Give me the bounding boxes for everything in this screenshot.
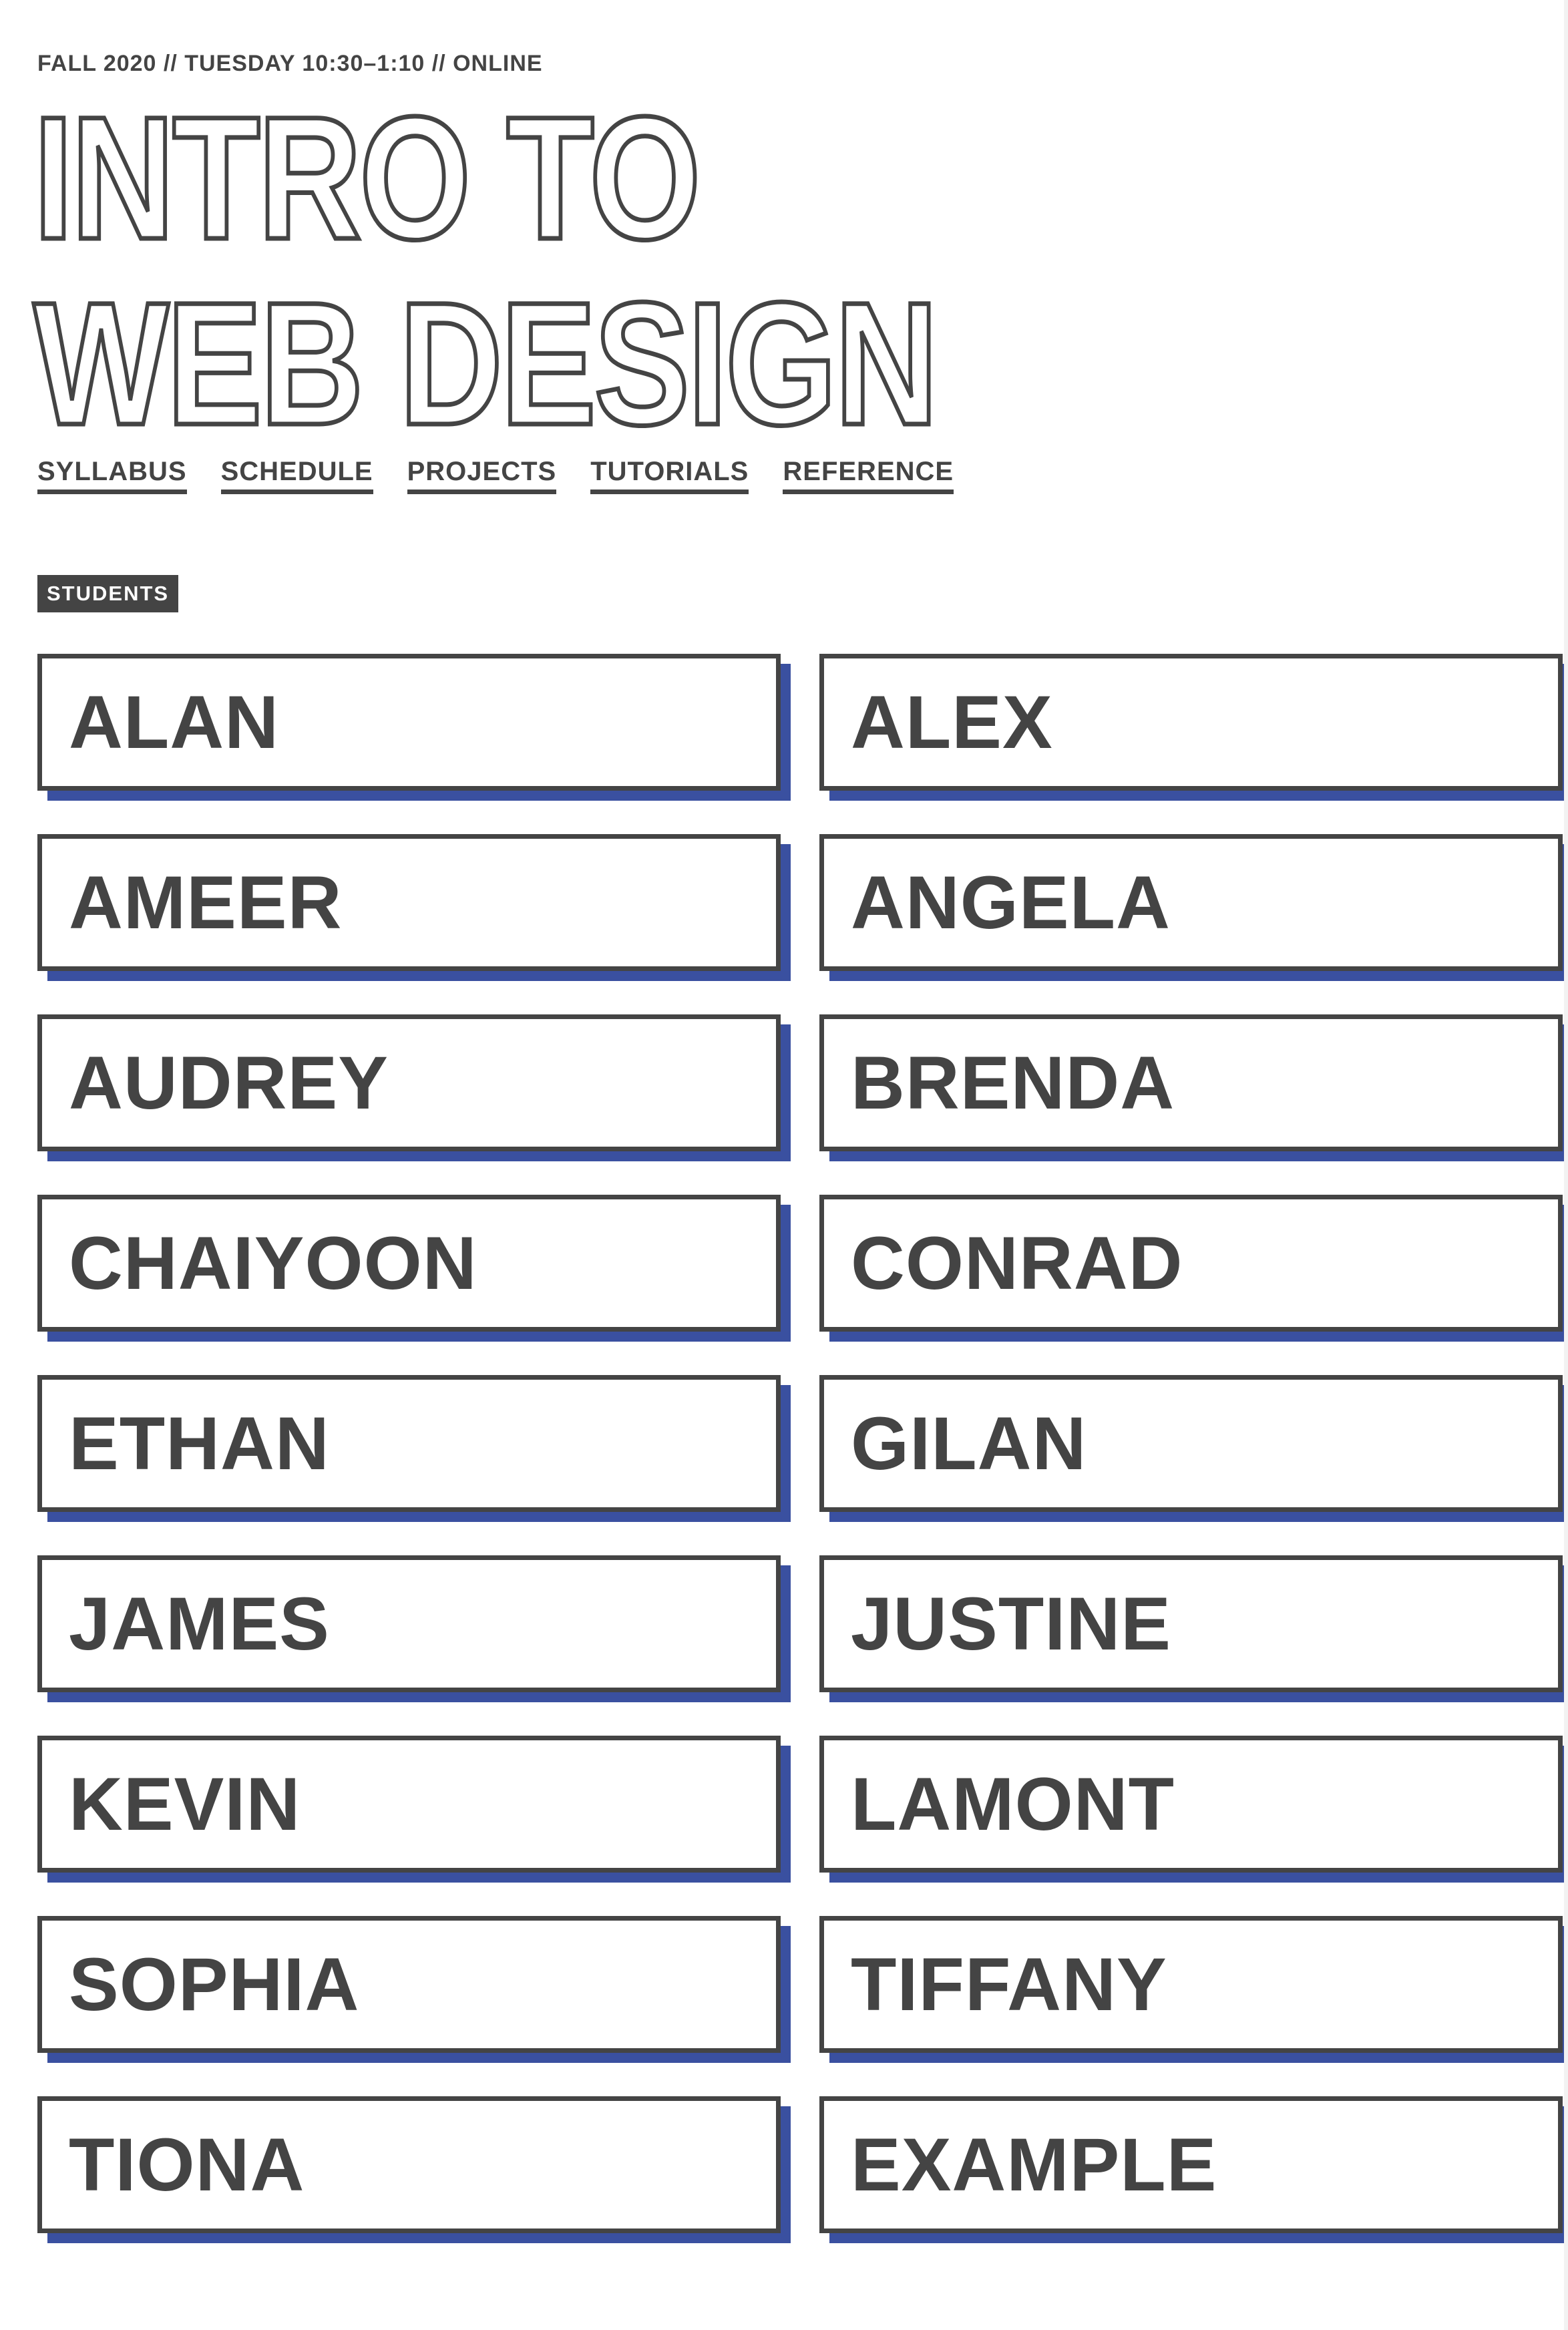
- student-card[interactable]: AUDREY: [37, 1014, 781, 1151]
- nav-schedule[interactable]: SCHEDULE: [220, 457, 373, 494]
- student-card[interactable]: GILAN: [819, 1375, 1563, 1512]
- student-card[interactable]: TIFFANY: [819, 1916, 1563, 2053]
- scrollbar[interactable]: [1564, 0, 1568, 2330]
- student-card[interactable]: ANGELA: [819, 834, 1563, 971]
- nav-projects[interactable]: PROJECTS: [407, 457, 557, 494]
- student-grid: ALAN ALEX AMEER ANGELA AUDREY BRENDA CHAIYOON C…: [37, 654, 1563, 2233]
- student-name: KEVIN: [69, 1762, 301, 1846]
- student-name: LAMONT: [851, 1762, 1175, 1846]
- student-name: ALEX: [851, 681, 1053, 764]
- student-card[interactable]: BRENDA: [819, 1014, 1563, 1151]
- student-name: CHAIYOON: [69, 1221, 477, 1305]
- student-name: AUDREY: [69, 1041, 389, 1125]
- student-name: BRENDA: [851, 1041, 1175, 1125]
- title-line-2: WEB DESIGN: [31, 266, 940, 461]
- student-card[interactable]: KEVIN: [37, 1736, 781, 1873]
- student-name: JUSTINE: [851, 1582, 1171, 1666]
- main-nav: SYLLABUS SCHEDULE PROJECTS TUTORIALS REF…: [37, 457, 954, 494]
- nav-syllabus[interactable]: SYLLABUS: [37, 457, 187, 494]
- student-card[interactable]: CHAIYOON: [37, 1195, 781, 1332]
- student-name: GILAN: [851, 1402, 1087, 1485]
- student-card[interactable]: SOPHIA: [37, 1916, 781, 2053]
- student-card[interactable]: ALEX: [819, 654, 1563, 791]
- student-card[interactable]: CONRAD: [819, 1195, 1563, 1332]
- title-line-1: INTRO TO: [31, 80, 703, 276]
- student-card[interactable]: JAMES: [37, 1555, 781, 1692]
- student-card[interactable]: EXAMPLE: [819, 2096, 1563, 2233]
- student-card[interactable]: AMEER: [37, 834, 781, 971]
- student-name: CONRAD: [851, 1221, 1183, 1305]
- nav-tutorials[interactable]: TUTORIALS: [590, 457, 749, 494]
- student-card[interactable]: JUSTINE: [819, 1555, 1563, 1692]
- student-name: TIFFANY: [851, 1943, 1167, 2026]
- student-name: TIONA: [69, 2123, 305, 2206]
- student-name: EXAMPLE: [851, 2123, 1217, 2206]
- student-name: ANGELA: [851, 861, 1171, 944]
- course-meta: FALL 2020 // TUESDAY 10:30–1:10 // ONLIN…: [37, 51, 543, 76]
- student-name: SOPHIA: [69, 1943, 360, 2026]
- student-card[interactable]: TIONA: [37, 2096, 781, 2233]
- student-card[interactable]: LAMONT: [819, 1736, 1563, 1873]
- page-title: INTRO TO WEB DESIGN: [31, 83, 940, 459]
- student-name: ALAN: [69, 681, 280, 764]
- student-name: AMEER: [69, 861, 343, 944]
- students-label: STUDENTS: [37, 575, 179, 612]
- student-name: JAMES: [69, 1582, 330, 1666]
- student-name: ETHAN: [69, 1402, 330, 1485]
- nav-reference[interactable]: REFERENCE: [783, 457, 954, 494]
- student-card[interactable]: ALAN: [37, 654, 781, 791]
- student-card[interactable]: ETHAN: [37, 1375, 781, 1512]
